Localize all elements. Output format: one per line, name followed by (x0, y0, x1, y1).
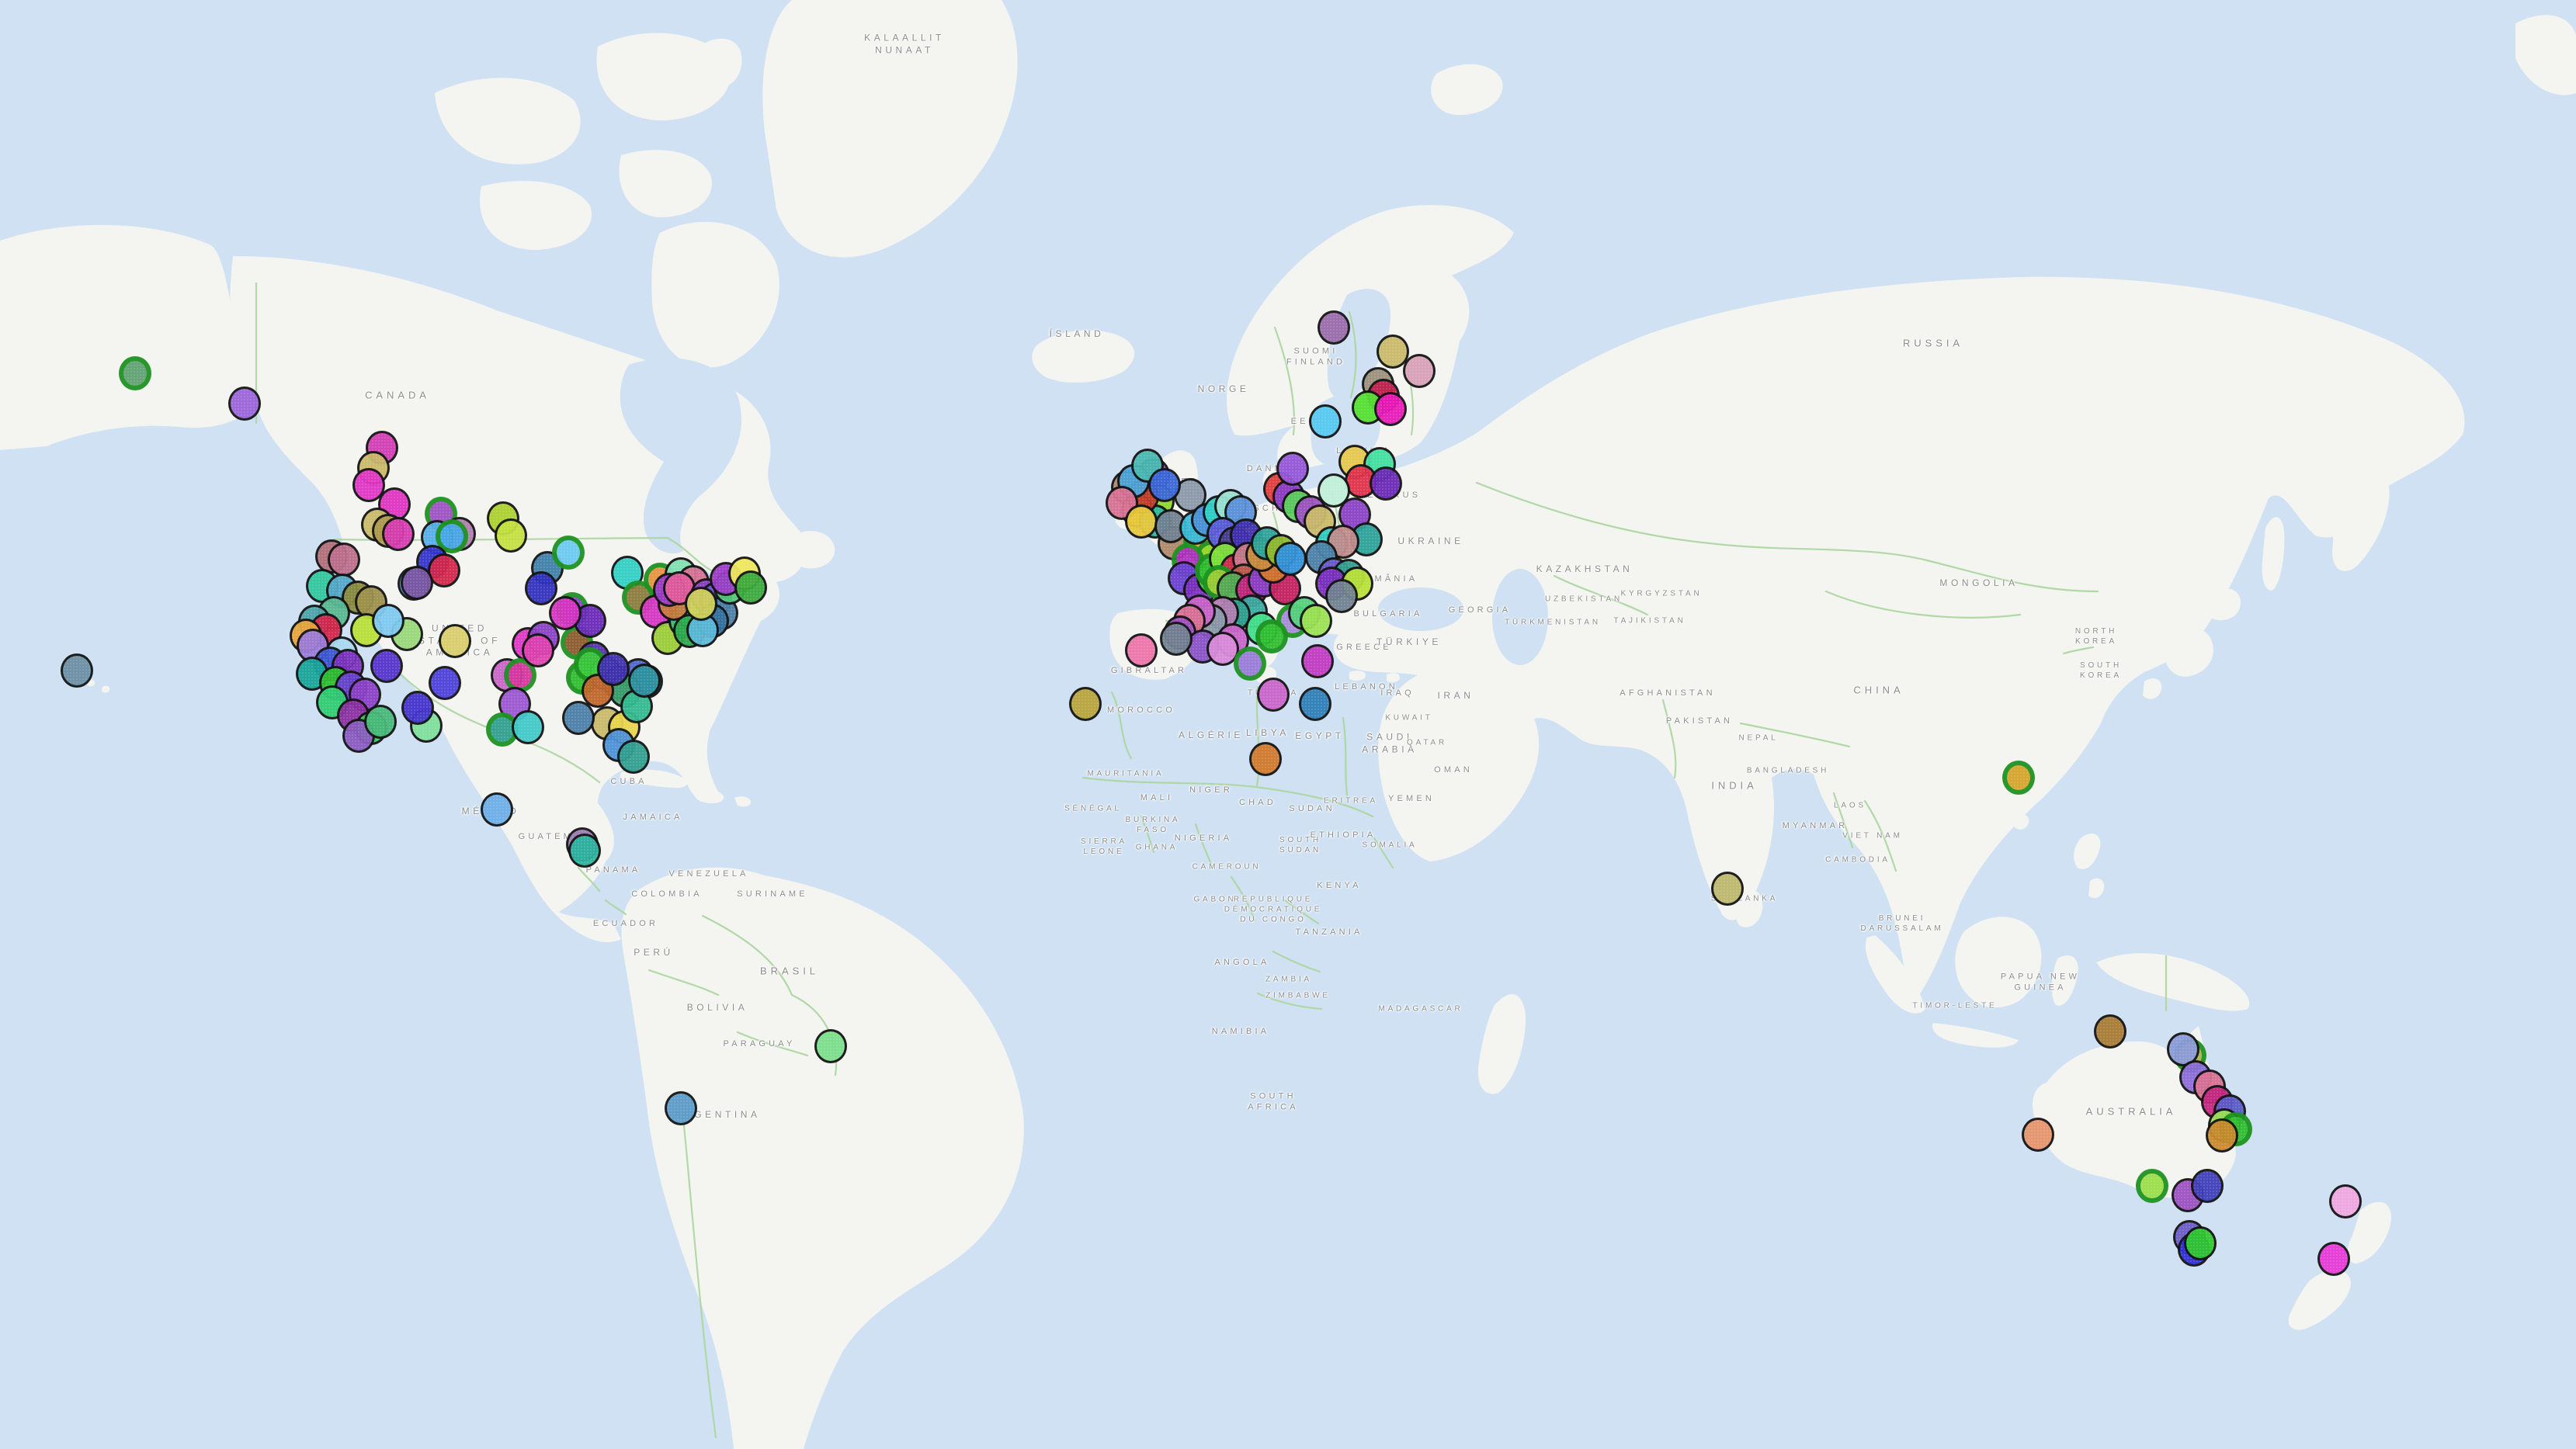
map-marker[interactable] (1234, 647, 1266, 681)
map-marker[interactable] (1148, 468, 1181, 502)
map-marker[interactable] (734, 570, 767, 605)
map-marker[interactable] (401, 691, 434, 725)
map-marker[interactable] (1374, 392, 1407, 426)
map-marker[interactable] (119, 356, 151, 390)
map-marker[interactable] (512, 710, 544, 744)
map-marker[interactable] (1318, 310, 1350, 345)
map-marker[interactable] (2329, 1184, 2362, 1218)
map-markers (0, 0, 2576, 1449)
map-marker[interactable] (1711, 872, 1744, 906)
world-map[interactable]: KALAALLIT NUNAATCANADARUSSIAUNITED STATE… (0, 0, 2576, 1449)
map-marker[interactable] (364, 705, 397, 739)
map-marker[interactable] (2206, 1118, 2238, 1153)
map-marker[interactable] (685, 587, 717, 621)
map-marker[interactable] (552, 536, 585, 570)
map-marker[interactable] (1301, 644, 1334, 678)
map-marker[interactable] (665, 1091, 697, 1125)
map-marker[interactable] (597, 652, 630, 686)
map-marker[interactable] (1403, 354, 1436, 388)
map-marker[interactable] (2022, 1118, 2054, 1152)
map-marker[interactable] (1325, 579, 1358, 613)
map-marker[interactable] (2184, 1226, 2217, 1260)
map-marker[interactable] (549, 596, 582, 630)
map-marker[interactable] (1125, 633, 1158, 667)
map-marker[interactable] (2002, 761, 2035, 795)
map-marker[interactable] (617, 740, 650, 774)
map-marker[interactable] (814, 1029, 847, 1063)
map-marker[interactable] (328, 543, 360, 577)
map-marker[interactable] (372, 604, 404, 638)
map-marker[interactable] (1255, 619, 1288, 653)
map-marker[interactable] (522, 633, 554, 667)
map-marker[interactable] (439, 624, 471, 658)
map-marker[interactable] (568, 834, 601, 868)
map-marker[interactable] (481, 792, 513, 827)
map-marker[interactable] (1299, 687, 1331, 721)
map-marker[interactable] (2317, 1242, 2350, 1276)
map-marker[interactable] (1309, 404, 1342, 439)
map-marker[interactable] (1257, 678, 1290, 712)
map-marker[interactable] (1125, 504, 1158, 539)
map-marker[interactable] (2136, 1169, 2168, 1203)
map-marker[interactable] (1249, 742, 1282, 776)
map-marker[interactable] (1069, 687, 1102, 721)
map-marker[interactable] (429, 666, 461, 700)
map-marker[interactable] (370, 649, 403, 683)
map-marker[interactable] (1274, 542, 1307, 576)
map-marker[interactable] (628, 664, 661, 698)
map-marker[interactable] (1276, 452, 1309, 486)
map-marker[interactable] (1370, 466, 1402, 501)
map-marker[interactable] (2094, 1014, 2126, 1049)
map-marker[interactable] (401, 566, 433, 600)
map-marker[interactable] (382, 517, 415, 551)
map-marker[interactable] (1300, 604, 1332, 638)
map-marker[interactable] (495, 518, 527, 553)
map-marker[interactable] (2191, 1169, 2224, 1203)
map-marker[interactable] (1160, 622, 1193, 656)
map-marker[interactable] (61, 653, 93, 688)
map-marker[interactable] (525, 571, 557, 605)
map-marker[interactable] (228, 387, 261, 421)
